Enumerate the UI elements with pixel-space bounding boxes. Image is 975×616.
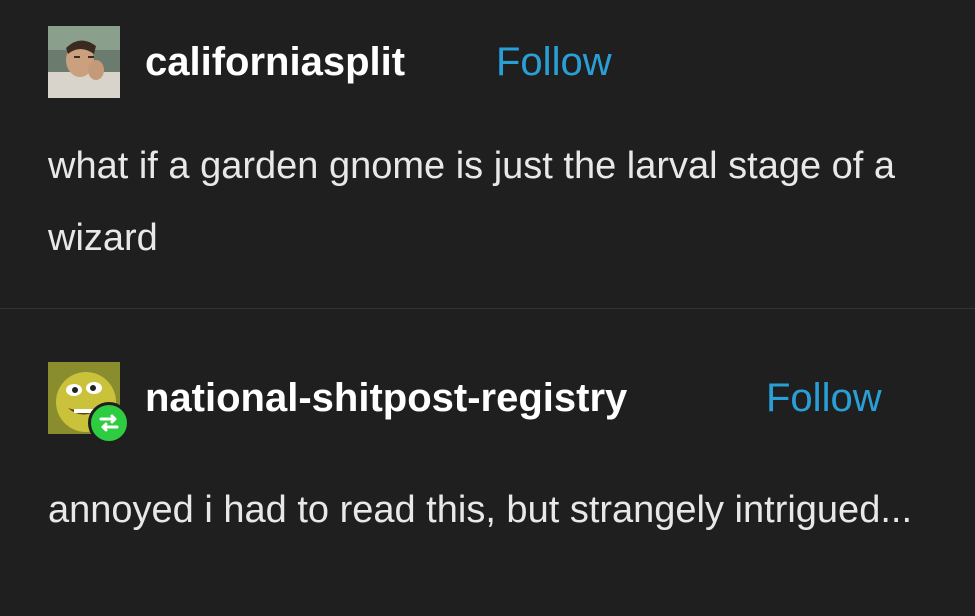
reblog-icon [88, 402, 130, 444]
avatar-photo-icon [48, 26, 120, 98]
username[interactable]: national-shitpost-registry [145, 374, 627, 422]
post-text: what if a garden gnome is just the larva… [48, 145, 896, 259]
follow-button[interactable]: Follow [766, 374, 882, 422]
follow-button[interactable]: Follow [496, 38, 612, 86]
user-photo-avatar[interactable] [48, 26, 120, 98]
username[interactable]: californiasplit [145, 38, 405, 86]
post-text: annoyed i had to read this, but strangel… [48, 489, 912, 531]
post-californiasplit: californiasplit Follow what if a garden … [0, 0, 975, 308]
post-national-shitpost-registry: national-shitpost-registry Follow annoye… [0, 308, 975, 616]
